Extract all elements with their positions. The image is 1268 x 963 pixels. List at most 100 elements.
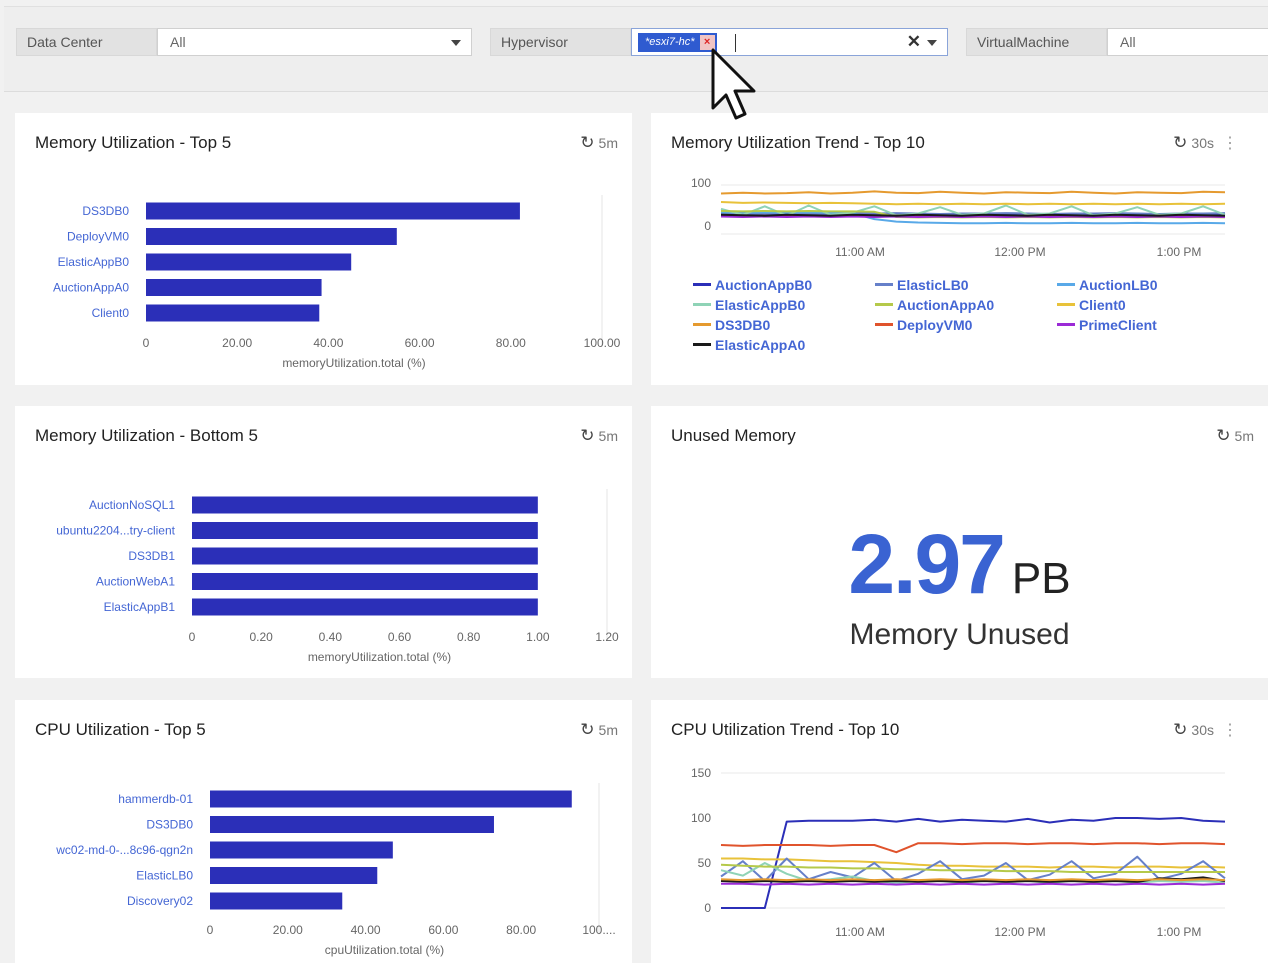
unused-memory-value: 2.97 PB bbox=[651, 516, 1268, 613]
refresh-icon: ↻ bbox=[1216, 426, 1231, 445]
legend-label: AuctionAppB0 bbox=[715, 277, 813, 293]
category-label: AuctionNoSQL1 bbox=[89, 498, 175, 512]
bar bbox=[210, 867, 378, 884]
bar bbox=[192, 496, 538, 514]
category-label: AuctionAppA0 bbox=[53, 281, 129, 295]
datacenter-label: Data Center bbox=[16, 28, 157, 56]
unused-memory-panel: Unused Memory ↻ 5m 2.97 PB Memory Unused bbox=[651, 406, 1268, 678]
y-tick-label: 50 bbox=[698, 856, 712, 870]
legend-item[interactable]: AuctionAppB0 bbox=[693, 277, 812, 293]
bar bbox=[146, 304, 320, 322]
x-tick-label: 12:00 PM bbox=[994, 245, 1045, 259]
legend-item[interactable]: DeployVM0 bbox=[875, 317, 972, 333]
tick-label: 80.00 bbox=[506, 923, 536, 937]
bar bbox=[210, 841, 393, 859]
metric-unit: PB bbox=[1011, 554, 1071, 603]
tick-label: 1.20 bbox=[595, 630, 619, 644]
legend-swatch bbox=[875, 323, 893, 327]
chevron-down-icon[interactable] bbox=[927, 40, 937, 46]
clear-icon[interactable]: ✕ bbox=[907, 29, 921, 55]
x-tick-label: 11:00 AM bbox=[835, 245, 885, 259]
series-line bbox=[720, 190, 1226, 195]
legend-swatch bbox=[693, 283, 711, 287]
legend-label: AuctionLB0 bbox=[1079, 277, 1158, 293]
cpu-top5-chart: hammerdb-01 DS3DB0 wc02-md-0-...8c96-qgn2n… bbox=[55, 783, 616, 957]
series-line bbox=[721, 882, 1226, 886]
datacenter-select[interactable]: All bbox=[157, 28, 472, 56]
legend-label: Client0 bbox=[1079, 297, 1126, 313]
datacenter-value: All bbox=[170, 34, 186, 50]
vm-select[interactable]: All bbox=[1107, 28, 1268, 56]
axis-label: memoryUtilization.total (%) bbox=[308, 650, 451, 664]
legend-swatch bbox=[693, 323, 711, 327]
legend-label: DeployVM0 bbox=[897, 317, 973, 333]
vm-label: VirtualMachine bbox=[966, 28, 1107, 56]
memory-trend-chart: 100 0 11:00 AM 12:00 PM 1:00 PM bbox=[691, 176, 1226, 259]
series-line bbox=[720, 878, 1226, 882]
y-tick-label: 150 bbox=[691, 766, 711, 780]
bar bbox=[146, 253, 352, 271]
legend-label: ElasticLB0 bbox=[897, 277, 969, 293]
category-label: ubuntu2204...try-client bbox=[56, 524, 175, 538]
panel-title: Unused Memory bbox=[671, 426, 796, 445]
legend-item[interactable]: AuctionLB0 bbox=[1057, 277, 1158, 293]
category-label: DS3DB0 bbox=[146, 818, 193, 832]
x-tick-label: 11:00 AM bbox=[835, 925, 885, 939]
series-line bbox=[720, 215, 1226, 218]
tick-label: 60.00 bbox=[428, 923, 458, 937]
memory-top5-chart: DS3DB0 DeployVM0 ElasticAppB0 AuctionAppA0 C… bbox=[53, 195, 621, 370]
legend-item[interactable]: AuctionAppA0 bbox=[875, 297, 994, 313]
legend-swatch bbox=[1057, 323, 1075, 327]
hypervisor-label: Hypervisor bbox=[490, 28, 631, 56]
bar bbox=[210, 816, 494, 833]
legend-label: DS3DB0 bbox=[715, 317, 771, 333]
legend-swatch bbox=[693, 303, 711, 307]
legend-item[interactable]: ElasticAppA0 bbox=[693, 337, 805, 353]
metric-caption: Memory Unused bbox=[849, 618, 1070, 651]
filter-chip: *esxi7-hc* × bbox=[638, 33, 717, 52]
legend-item[interactable]: PrimeClient bbox=[1057, 317, 1157, 333]
legend-item[interactable]: ElasticAppB0 bbox=[693, 297, 805, 313]
tick-label: 0 bbox=[207, 923, 214, 937]
legend-label: ElasticAppB0 bbox=[715, 297, 806, 313]
y-tick-label: 100 bbox=[691, 176, 711, 190]
mouse-pointer-icon bbox=[711, 48, 756, 120]
category-label: AuctionWebA1 bbox=[96, 575, 175, 589]
series-line bbox=[720, 213, 1226, 217]
legend-item[interactable]: DS3DB0 bbox=[693, 317, 770, 333]
cpu-top5-panel: CPU Utilization - Top 5 ↻ 5m hammerdb-01 D… bbox=[15, 700, 632, 963]
tick-label: 0.40 bbox=[319, 630, 343, 644]
tick-label: 40.00 bbox=[351, 923, 381, 937]
chevron-down-icon bbox=[451, 40, 461, 46]
filter-bar: Data Center All Hypervisor *esxi7-hc* × … bbox=[4, 6, 1268, 92]
category-label: wc02-md-0-...8c96-qgn2n bbox=[55, 843, 193, 857]
cpu-trend-chart: 150 100 50 0 11:00 AM 12:00 PM 1:00 PM bbox=[691, 766, 1226, 939]
y-tick-label: 0 bbox=[704, 219, 711, 233]
tick-label: 0 bbox=[189, 630, 196, 644]
x-tick-label: 1:00 PM bbox=[1157, 925, 1202, 939]
refresh-control[interactable]: ↻ 5m bbox=[1216, 426, 1254, 446]
memory-trend-panel: Memory Utilization Trend - Top 10 ↻ 30s ⋮… bbox=[651, 113, 1268, 385]
legend-swatch bbox=[693, 343, 711, 347]
vm-value: All bbox=[1120, 34, 1136, 50]
tick-label: 20.00 bbox=[222, 336, 252, 350]
hypervisor-select[interactable]: *esxi7-hc* × ✕ bbox=[631, 28, 948, 56]
axis-label: cpuUtilization.total (%) bbox=[325, 943, 444, 957]
bar bbox=[146, 228, 397, 245]
series-line bbox=[720, 201, 1226, 206]
legend-label: PrimeClient bbox=[1079, 317, 1157, 333]
bar bbox=[192, 573, 538, 590]
legend-item[interactable]: Client0 bbox=[1057, 297, 1126, 313]
memory-bottom5-panel: Memory Utilization - Bottom 5 ↻ 5m Auctio… bbox=[15, 406, 632, 678]
category-label: ElasticLB0 bbox=[136, 869, 193, 883]
tick-label: 0.80 bbox=[457, 630, 481, 644]
category-label: DS3DB1 bbox=[128, 549, 175, 563]
series-line bbox=[721, 817, 1226, 909]
tick-label: 60.00 bbox=[405, 336, 435, 350]
legend-item[interactable]: ElasticLB0 bbox=[875, 277, 969, 293]
y-tick-label: 100 bbox=[691, 811, 711, 825]
x-tick-label: 1:00 PM bbox=[1157, 245, 1202, 259]
legend-swatch bbox=[1057, 283, 1075, 287]
category-label: ElasticAppB0 bbox=[58, 255, 130, 269]
bar bbox=[210, 892, 343, 910]
